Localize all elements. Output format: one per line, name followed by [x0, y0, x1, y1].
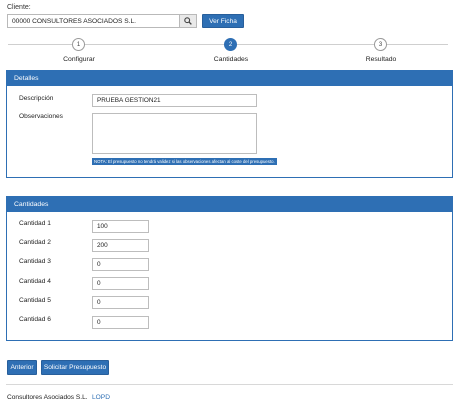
client-label: Cliente:: [7, 4, 31, 11]
detalles-panel-title: Detalles: [7, 71, 452, 86]
observaciones-label: Observaciones: [19, 113, 63, 120]
cantidad-4-label: Cantidad 4: [19, 278, 51, 285]
cantidades-panel-title: Cantidades: [7, 197, 452, 212]
footer-company: Consultores Asociados S.L.: [7, 394, 88, 401]
wizard-step-1-circle[interactable]: 1: [72, 38, 85, 51]
cantidad-3-input[interactable]: 0: [92, 258, 149, 271]
cantidad-1-input[interactable]: 100: [92, 220, 149, 233]
client-input[interactable]: 00000 CONSULTORES ASOCIADOS S.L.: [7, 14, 179, 28]
anterior-button[interactable]: Anterior: [7, 360, 37, 375]
cantidad-5-input[interactable]: 0: [92, 296, 149, 309]
descripcion-input[interactable]: PRUEBA GESTION21: [92, 94, 257, 107]
cantidad-2-label: Cantidad 2: [19, 239, 51, 246]
cantidades-panel: Cantidades: [6, 196, 453, 341]
cantidad-6-input[interactable]: 0: [92, 316, 149, 329]
solicitar-presupuesto-button[interactable]: Solicitar Presupuesto: [41, 360, 109, 375]
cantidad-6-label: Cantidad 6: [19, 316, 51, 323]
wizard-step-2-label: Cantidades: [213, 56, 249, 63]
cantidad-3-label: Cantidad 3: [19, 258, 51, 265]
descripcion-label: Descripción: [19, 95, 54, 102]
client-search-button[interactable]: [179, 14, 197, 28]
wizard-step-3-circle[interactable]: 3: [374, 38, 387, 51]
observaciones-textarea[interactable]: [92, 113, 257, 154]
wizard-step-1-label: Configurar: [63, 56, 95, 63]
observaciones-note: NOTA: El presupuesto no tendrá validez s…: [92, 158, 277, 165]
cantidad-1-label: Cantidad 1: [19, 220, 51, 227]
cantidad-2-input[interactable]: 200: [92, 239, 149, 252]
ver-ficha-button[interactable]: Ver Ficha: [202, 14, 244, 28]
cantidad-4-input[interactable]: 0: [92, 277, 149, 290]
wizard-step-3-label: Resultado: [365, 56, 397, 63]
wizard-step-2-circle[interactable]: 2: [224, 38, 237, 51]
footer-divider: [6, 384, 453, 385]
search-icon: [184, 17, 192, 25]
lopd-link[interactable]: LOPD: [92, 394, 110, 401]
cantidad-5-label: Cantidad 5: [19, 297, 51, 304]
